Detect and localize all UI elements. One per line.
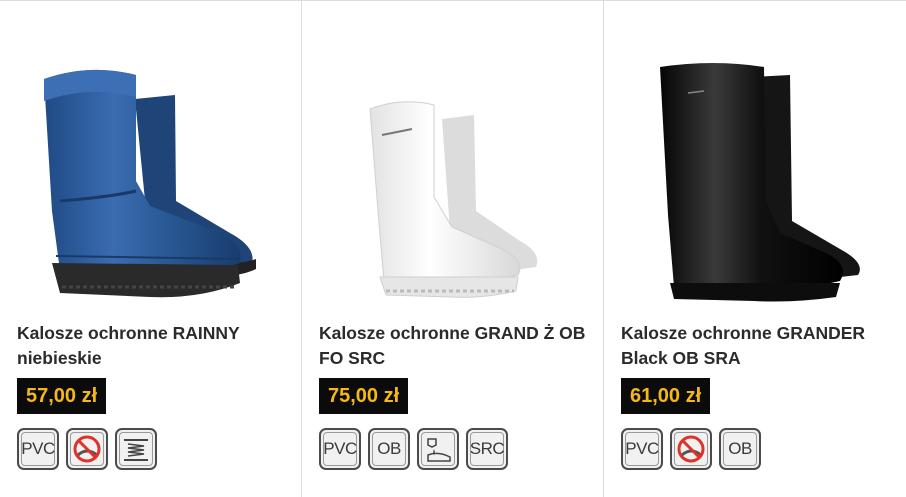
product-title[interactable]: Kalosze ochronne GRANDER Black OB SRA	[621, 321, 891, 371]
product-image[interactable]	[302, 1, 604, 311]
ob-badge: OB	[368, 428, 410, 470]
product-price: 57,00 zł	[17, 378, 107, 414]
pvc-badge: PVC	[17, 428, 59, 470]
product-card[interactable]: Kalosze ochronne GRANDER Black OB SRA 61…	[604, 1, 906, 497]
product-title[interactable]: Kalosze ochronne RAINNY niebieskie	[17, 321, 287, 371]
feature-badges: PVC	[17, 428, 157, 470]
feature-badges: PVC OB SRC	[319, 428, 508, 470]
product-image[interactable]	[604, 1, 906, 311]
product-image[interactable]	[0, 1, 302, 311]
product-price: 75,00 zł	[319, 378, 409, 414]
spring-insole-icon	[115, 428, 157, 470]
fuel-oil-resistant-icon	[417, 428, 459, 470]
pvc-badge: PVC	[319, 428, 361, 470]
pvc-badge: PVC	[621, 428, 663, 470]
product-card[interactable]: Kalosze ochronne RAINNY niebieskie 57,00…	[0, 1, 302, 497]
no-slip-prohibited-icon	[66, 428, 108, 470]
product-title[interactable]: Kalosze ochronne GRAND Ż OB FO SRC	[319, 321, 589, 371]
no-slip-prohibited-icon	[670, 428, 712, 470]
feature-badges: PVC OB	[621, 428, 761, 470]
src-badge: SRC	[466, 428, 508, 470]
ob-badge: OB	[719, 428, 761, 470]
product-grid: Kalosze ochronne RAINNY niebieskie 57,00…	[0, 0, 906, 497]
product-card[interactable]: Kalosze ochronne GRAND Ż OB FO SRC 75,00…	[302, 1, 604, 497]
product-price: 61,00 zł	[621, 378, 711, 414]
